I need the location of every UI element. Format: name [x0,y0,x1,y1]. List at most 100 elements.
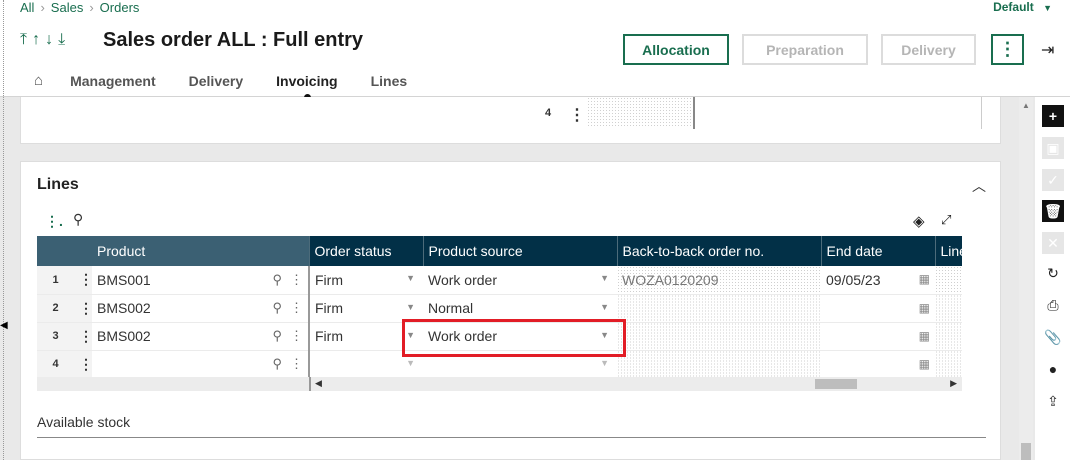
scrollbar-thumb[interactable] [815,379,857,389]
vertical-scrollbar[interactable]: ▲ [1019,97,1033,460]
product-source-cell[interactable]: Normal ▼ [423,294,617,323]
tab-delivery[interactable]: Delivery [189,73,243,89]
check-icon[interactable]: ✓ [1042,169,1064,191]
last-record-icon[interactable]: ⤓ [58,31,65,49]
top-bar: All › Sales › Orders Default ▼ ⤒ ↑ ↓ ⤓ S… [0,0,1070,101]
row-menu-icon[interactable]: ⋮ [74,322,92,351]
order-status-value: Firm [315,328,343,344]
scroll-right-icon[interactable]: ▶ [950,378,957,389]
kebab-icon[interactable]: ⋮ [290,300,303,316]
allocation-button[interactable]: Allocation [623,34,729,65]
column-divider [981,97,982,129]
delete-icon[interactable]: 🗑 [1042,200,1064,222]
caret-down-icon: ▼ [600,357,609,368]
end-date-cell[interactable]: ▦ [821,294,935,323]
previous-record-icon[interactable]: ↑ [32,31,40,49]
attachment-icon[interactable]: 📎 [1042,326,1064,348]
row-menu-icon[interactable]: ⋮ [74,294,92,323]
tab-bar: ⌂ Management Delivery Invoicing Lines [34,72,440,101]
row-number: 4 [544,107,552,119]
table-row[interactable]: 2 ⋮ BMS002 ⚲ ⋮ Firm ▼ Normal ▼ ▦ [37,294,962,323]
breadcrumb-all[interactable]: All [20,0,34,15]
more-actions-button[interactable]: ⋮ [991,34,1024,65]
frozen-columns-scroll-area [37,377,309,391]
lookup-icon[interactable]: ⚲ [272,272,282,288]
save-icon[interactable]: ▣ [1042,137,1064,159]
product-source-value: Work order [428,271,497,288]
breadcrumb-orders[interactable]: Orders [100,0,140,15]
delivery-button[interactable]: Delivery [881,34,976,65]
table-row[interactable]: 1 ⋮ BMS001 ⚲ ⋮ Firm ▼ Work order ▼ WOZA01202… [37,266,962,295]
home-icon[interactable]: ⌂ [34,72,43,89]
lookup-icon[interactable]: ⚲ [272,328,282,344]
next-record-icon[interactable]: ↓ [45,31,53,49]
order-status-cell[interactable]: Firm ▼ [309,294,423,323]
exit-icon[interactable]: ⇥ [1041,40,1054,60]
column-header-back-to-back[interactable]: Back-to-back order no. [616,236,821,266]
calendar-icon[interactable]: ▦ [919,329,930,343]
column-header-product-source[interactable]: Product source [422,236,617,266]
tab-management[interactable]: Management [70,73,156,89]
breadcrumb: All › Sales › Orders [20,0,139,15]
calendar-icon[interactable]: ▦ [919,272,930,286]
row-number: 1 [37,266,74,295]
chevron-up-icon[interactable]: ︿ [972,176,986,196]
horizontal-scrollbar[interactable]: ◀ ▶ [309,377,962,391]
b2b-order-cell [617,294,821,323]
row-number: 3 [37,322,74,351]
row-menu-icon[interactable]: ⋮ [74,350,92,379]
row-menu-icon[interactable]: ⋮ [74,266,92,295]
column-header-line[interactable]: Line [934,236,962,266]
row-menu-icon[interactable]: ⋮ [569,105,585,125]
lookup-icon[interactable]: ⚲ [272,300,282,316]
end-date-cell[interactable]: ▦ [821,322,935,351]
lookup-icon[interactable]: ⚲ [272,356,282,372]
calendar-icon[interactable]: ▦ [919,301,930,315]
view-selector[interactable]: Default ▼ [993,0,1052,14]
column-header-product[interactable]: Product [92,236,309,266]
product-cell[interactable]: ⚲ ⋮ [92,350,310,379]
scroll-left-icon[interactable]: ◀ [315,378,322,389]
product-value: BMS001 [97,271,151,288]
end-date-cell[interactable]: ▦ [821,350,935,379]
kebab-icon[interactable]: ⋮ [290,272,303,288]
layers-icon[interactable]: ◈ [913,212,925,230]
product-source-cell[interactable]: Work order ▼ [423,266,617,295]
record-navigation: ⤒ ↑ ↓ ⤓ [20,31,65,49]
product-cell[interactable]: BMS002 ⚲ ⋮ [92,294,310,323]
search-icon[interactable]: ⚲ [73,211,83,228]
line-cell [935,294,962,323]
column-header-end-date[interactable]: End date [820,236,935,266]
export-icon[interactable]: ⇪ [1042,390,1064,412]
kebab-icon[interactable]: ⋮ [290,328,303,344]
cancel-icon[interactable]: ✕ [1042,232,1064,254]
caret-down-icon: ▼ [600,301,609,312]
first-record-icon[interactable]: ⤒ [20,31,27,49]
end-date-cell[interactable]: 09/05/23 ▦ [821,266,935,295]
tab-invoicing[interactable]: Invoicing [276,72,338,101]
lines-grid: Product Order status Product source Back… [37,236,962,379]
kebab-icon: ⋮ [998,39,1017,59]
b2b-order-cell [617,322,821,351]
scroll-up-icon[interactable]: ▲ [1022,101,1030,110]
add-icon[interactable]: + [1042,105,1064,127]
comment-icon[interactable]: ● [1042,358,1064,380]
tab-lines[interactable]: Lines [371,73,408,89]
grid-menu-icon[interactable]: ⋮. [45,213,63,230]
print-icon[interactable]: ⎙ [1042,294,1064,316]
product-source-value: Normal [428,300,474,316]
calendar-icon[interactable]: ▦ [919,357,930,371]
caret-left-icon[interactable]: ◀ [0,320,8,331]
order-status-cell[interactable]: Firm ▼ [309,266,423,295]
page-title: Sales order ALL : Full entry [103,29,364,51]
scrollbar-thumb[interactable] [1021,443,1031,460]
preparation-button[interactable]: Preparation [742,34,868,65]
expand-icon[interactable]: ⤢ [941,212,951,228]
refresh-icon[interactable]: ↻ [1042,262,1064,284]
tab-invoicing-label: Invoicing [276,72,338,89]
breadcrumb-sales[interactable]: Sales [51,0,84,15]
column-header-order-status[interactable]: Order status [308,236,423,266]
kebab-icon[interactable]: ⋮ [290,356,303,372]
product-cell[interactable]: BMS002 ⚲ ⋮ [92,322,310,351]
product-cell[interactable]: BMS001 ⚲ ⋮ [92,266,310,295]
